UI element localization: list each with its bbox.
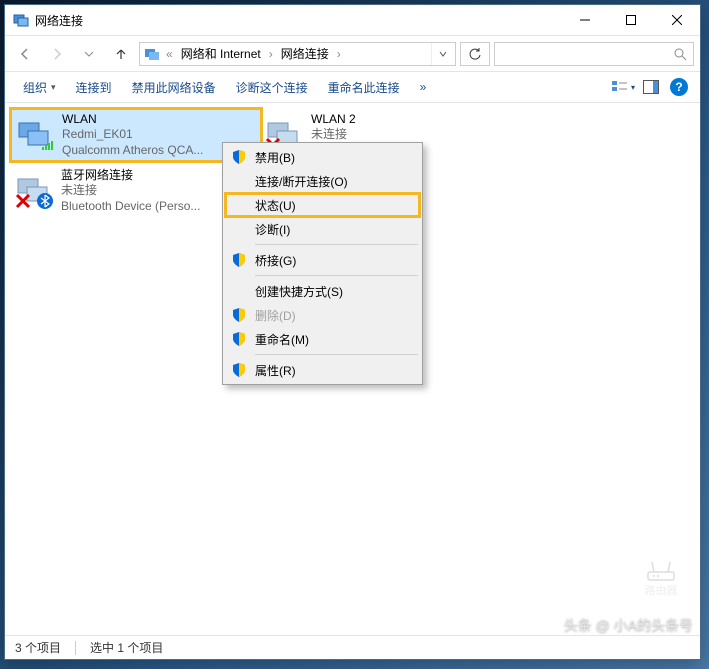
context-menu-label: 重命名(M) xyxy=(255,331,309,348)
connection-device: Bluetooth Device (Perso... xyxy=(61,199,200,215)
back-button[interactable] xyxy=(11,40,39,68)
context-menu-separator xyxy=(255,244,418,245)
context-menu: 禁用(B) 连接/断开连接(O) 状态(U) 诊断(I) 桥接(G) 创建快捷方式(S) 删… xyxy=(222,142,423,385)
maximize-button[interactable] xyxy=(608,5,654,35)
context-menu-label: 状态(U) xyxy=(255,197,296,214)
disable-device-button[interactable]: 禁用此网络设备 xyxy=(122,72,226,102)
up-button[interactable] xyxy=(107,40,135,68)
close-button[interactable] xyxy=(654,5,700,35)
connection-status: 未连接 xyxy=(311,127,397,143)
connect-to-button[interactable]: 连接到 xyxy=(66,72,122,102)
breadcrumb-item[interactable]: 网络和 Internet xyxy=(177,43,265,65)
connection-name: WLAN 2 xyxy=(311,112,397,128)
breadcrumb-dropdown[interactable] xyxy=(431,43,453,65)
context-menu-label: 禁用(B) xyxy=(255,149,295,166)
uac-shield-icon xyxy=(231,331,247,347)
chevron-right-icon: › xyxy=(335,47,343,61)
context-menu-item[interactable]: 属性(R) xyxy=(225,358,420,382)
context-menu-item[interactable]: 连接/断开连接(O) xyxy=(225,169,420,193)
address-bar: « 网络和 Internet › 网络连接 › xyxy=(5,35,700,71)
bluetooth-disabled-icon xyxy=(15,171,55,211)
uac-shield-icon xyxy=(231,307,247,323)
minimize-button[interactable] xyxy=(562,5,608,35)
context-menu-item[interactable]: 创建快捷方式(S) xyxy=(225,279,420,303)
location-icon xyxy=(144,46,160,62)
breadcrumb-prefix: « xyxy=(164,47,175,61)
context-menu-separator xyxy=(255,275,418,276)
help-icon: ? xyxy=(670,78,688,96)
context-menu-label: 桥接(G) xyxy=(255,252,296,269)
context-menu-item[interactable]: 禁用(B) xyxy=(225,145,420,169)
organize-menu[interactable]: 组织▾ xyxy=(13,72,66,102)
status-bar: 3 个项目 选中 1 个项目 xyxy=(5,635,700,659)
refresh-button[interactable] xyxy=(460,42,490,66)
watermark: 头条 @ 小A的头条号 xyxy=(564,615,693,635)
toolbar-overflow[interactable]: » xyxy=(410,72,437,102)
context-menu-item[interactable]: 桥接(G) xyxy=(225,248,420,272)
search-icon xyxy=(673,47,687,61)
recent-button[interactable] xyxy=(75,40,103,68)
context-menu-label: 诊断(I) xyxy=(255,221,290,238)
rename-button[interactable]: 重命名此连接 xyxy=(318,72,410,102)
view-options-button[interactable]: ▾ xyxy=(610,74,636,100)
connection-status: 未连接 xyxy=(61,183,200,199)
app-icon xyxy=(13,12,29,28)
chevron-right-icon: › xyxy=(267,47,275,61)
connection-name: 蓝牙网络连接 xyxy=(61,168,200,184)
context-menu-label: 删除(D) xyxy=(255,307,296,324)
context-menu-separator xyxy=(255,354,418,355)
connection-device: Qualcomm Atheros QCA... xyxy=(62,143,203,159)
preview-pane-button[interactable] xyxy=(638,74,664,100)
titlebar: 网络连接 xyxy=(5,5,700,35)
diagnose-button[interactable]: 诊断这个连接 xyxy=(226,72,318,102)
forward-button[interactable] xyxy=(43,40,71,68)
context-menu-item[interactable]: 状态(U) xyxy=(225,193,420,217)
context-menu-label: 属性(R) xyxy=(255,362,296,379)
uac-shield-icon xyxy=(231,252,247,268)
context-menu-item[interactable]: 重命名(M) xyxy=(225,327,420,351)
breadcrumb-item[interactable]: 网络连接 xyxy=(277,43,333,65)
uac-shield-icon xyxy=(231,149,247,165)
connection-status: Redmi_EK01 xyxy=(62,127,203,143)
router-badge: 路由器 xyxy=(627,545,695,613)
item-count: 3 个项目 xyxy=(15,639,61,656)
toolbar: 组织▾ 连接到 禁用此网络设备 诊断这个连接 重命名此连接 » ▾ ? xyxy=(5,71,700,103)
context-menu-label: 创建快捷方式(S) xyxy=(255,283,343,300)
connection-name: WLAN xyxy=(62,112,203,128)
search-input[interactable] xyxy=(494,42,694,66)
breadcrumb[interactable]: « 网络和 Internet › 网络连接 › xyxy=(139,42,456,66)
context-menu-label: 连接/断开连接(O) xyxy=(255,173,348,190)
wifi-connected-icon xyxy=(16,115,56,155)
uac-shield-icon xyxy=(231,362,247,378)
help-button[interactable]: ? xyxy=(666,74,692,100)
context-menu-item[interactable]: 诊断(I) xyxy=(225,217,420,241)
context-menu-item: 删除(D) xyxy=(225,303,420,327)
window-title: 网络连接 xyxy=(35,12,562,29)
selection-count: 选中 1 个项目 xyxy=(90,639,163,656)
